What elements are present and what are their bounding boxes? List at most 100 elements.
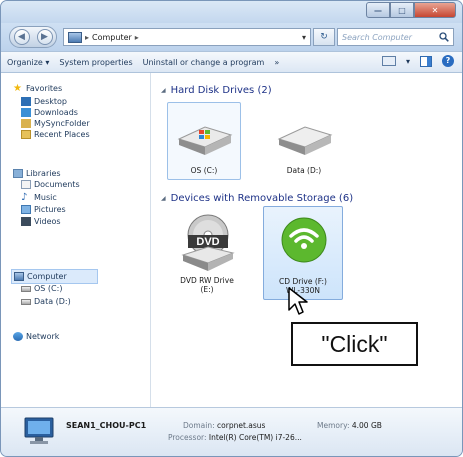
dvd-badge: DVD (196, 236, 219, 248)
details-pane: SEAN1_CHOU-PC1 Domain: corpnet.asus Memo… (1, 407, 462, 456)
processor-info: Processor: Intel(R) Core(TM) i7-26... (168, 433, 302, 442)
close-button[interactable]: ✕ (414, 2, 456, 18)
nav-label: Network (26, 332, 60, 341)
processor-value: Intel(R) Core(TM) i7-26... (208, 433, 302, 442)
memory-info: Memory: 4.00 GB (317, 421, 382, 430)
nav-label: Videos (34, 217, 61, 226)
nav-label: Pictures (34, 205, 66, 214)
nav-item-computer[interactable]: Computer (11, 269, 98, 284)
nav-item-desktop[interactable]: Desktop (21, 96, 67, 107)
memory-label: Memory: (317, 421, 350, 430)
window-controls: — □ ✕ (366, 2, 456, 18)
preview-pane-icon[interactable] (420, 55, 432, 67)
cursor-icon (288, 287, 308, 315)
nav-item-music[interactable]: ♪ Music (21, 192, 57, 203)
drive-tile-dvd-e[interactable]: DVD DVD RW Drive (E:) (167, 208, 247, 298)
nav-label: Desktop (34, 97, 67, 106)
more-commands-button[interactable]: » (274, 58, 279, 67)
drive-tile-data-d[interactable]: Data (D:) (267, 102, 341, 180)
address-dropdown-icon[interactable]: ▾ (302, 33, 306, 42)
downloads-icon (21, 108, 31, 117)
recent-places-icon (21, 130, 31, 139)
nav-label: Computer (27, 272, 67, 281)
dvd-drive-icon: DVD (181, 214, 235, 271)
processor-label: Processor: (168, 433, 207, 442)
domain-info: Domain: corpnet.asus (183, 421, 265, 430)
nav-item-documents[interactable]: Documents (21, 179, 80, 190)
nav-label: Music (34, 193, 57, 202)
search-input[interactable]: Search Computer (342, 33, 412, 42)
group-title: Devices with Removable Storage (6) (170, 193, 354, 204)
refresh-button[interactable]: ↻ (313, 28, 335, 46)
explorer-window: — □ ✕ ◀ ▶ ▸ Computer ▸ ▾ ↻ Search Comput… (0, 0, 463, 457)
search-box[interactable]: Search Computer (337, 28, 454, 46)
nav-label: Libraries (26, 169, 61, 178)
nav-label: Favorites (26, 84, 63, 93)
drive-label-line-1: CD Drive (F:) (279, 277, 327, 286)
desktop-icon (21, 97, 31, 106)
nav-label: Documents (34, 180, 80, 189)
nav-item-favorites[interactable]: ★ Favorites (13, 83, 62, 94)
nav-label: MySyncFolder (34, 119, 90, 128)
address-row: ◀ ▶ ▸ Computer ▸ ▾ ↻ Search Computer (1, 23, 462, 51)
windows-drive-icon (177, 126, 233, 155)
nav-item-pictures[interactable]: Pictures (21, 204, 66, 215)
navigation-pane: ★ Favorites Desktop Downloads MySyncFolde… (1, 73, 151, 407)
forward-button[interactable]: ▶ (36, 29, 53, 45)
breadcrumb-separator-2[interactable]: ▸ (135, 33, 139, 42)
command-bar: Organize ▾ System properties Uninstall o… (1, 51, 462, 73)
group-header-removable-storage[interactable]: ◢ Devices with Removable Storage (6) (161, 193, 353, 204)
view-controls: ▾ ? (381, 55, 454, 67)
nav-item-os-c[interactable]: OS (C:) (21, 283, 62, 294)
music-icon: ♪ (21, 192, 28, 203)
videos-icon (21, 217, 31, 226)
star-icon: ★ (13, 83, 22, 94)
hard-drive-icon (277, 126, 333, 155)
nav-item-downloads[interactable]: Downloads (21, 107, 78, 118)
minimize-button[interactable]: — (366, 2, 390, 18)
group-header-hard-disk-drives[interactable]: ◢ Hard Disk Drives (2) (161, 85, 272, 96)
collapse-icon[interactable]: ◢ (161, 87, 166, 94)
drive-label-line-1: DVD RW Drive (180, 276, 234, 285)
nav-item-videos[interactable]: Videos (21, 216, 61, 227)
uninstall-button[interactable]: Uninstall or change a program (143, 58, 265, 67)
nav-item-recent-places[interactable]: Recent Places (21, 129, 90, 140)
documents-icon (21, 180, 31, 189)
nav-item-data-d[interactable]: Data (D:) (21, 296, 71, 307)
hard-drive-icon (21, 298, 31, 305)
organize-button[interactable]: Organize ▾ (7, 58, 49, 67)
nav-label: OS (C:) (34, 284, 63, 293)
back-button[interactable]: ◀ (13, 29, 30, 45)
computer-name: SEAN1_CHOU-PC1 (66, 421, 147, 430)
maximize-button[interactable]: □ (390, 2, 414, 18)
computer-icon (68, 31, 82, 43)
drive-tile-os-c[interactable]: OS (C:) (167, 102, 241, 180)
hard-drive-icon (21, 285, 31, 292)
view-dropdown-icon[interactable]: ▾ (406, 57, 410, 66)
breadcrumb-separator: ▸ (85, 32, 90, 42)
help-icon[interactable]: ? (442, 55, 454, 67)
computer-icon (14, 272, 24, 281)
wifi-icon (281, 217, 327, 263)
nav-item-mysyncfolder[interactable]: MySyncFolder (21, 118, 90, 129)
memory-value: 4.00 GB (351, 421, 382, 430)
address-bar[interactable]: ▸ Computer ▸ ▾ (63, 28, 311, 46)
domain-value: corpnet.asus (217, 421, 266, 430)
group-title: Hard Disk Drives (2) (170, 85, 272, 96)
nav-buttons: ◀ ▶ (9, 26, 57, 48)
folder-icon (21, 119, 31, 128)
change-view-icon[interactable] (381, 56, 396, 66)
pictures-icon (21, 205, 31, 214)
libraries-icon (13, 169, 23, 178)
collapse-icon[interactable]: ◢ (161, 195, 166, 202)
computer-icon (24, 417, 54, 444)
breadcrumb-computer[interactable]: Computer (92, 33, 132, 42)
nav-label: Data (D:) (34, 297, 71, 306)
search-icon[interactable] (439, 32, 449, 42)
nav-item-network[interactable]: Network (13, 331, 59, 342)
title-bar[interactable]: — □ ✕ (1, 1, 462, 23)
drive-label-line-2: (E:) (200, 285, 214, 294)
nav-item-libraries[interactable]: Libraries (13, 168, 61, 179)
system-properties-button[interactable]: System properties (59, 58, 132, 67)
domain-label: Domain: (183, 421, 215, 430)
